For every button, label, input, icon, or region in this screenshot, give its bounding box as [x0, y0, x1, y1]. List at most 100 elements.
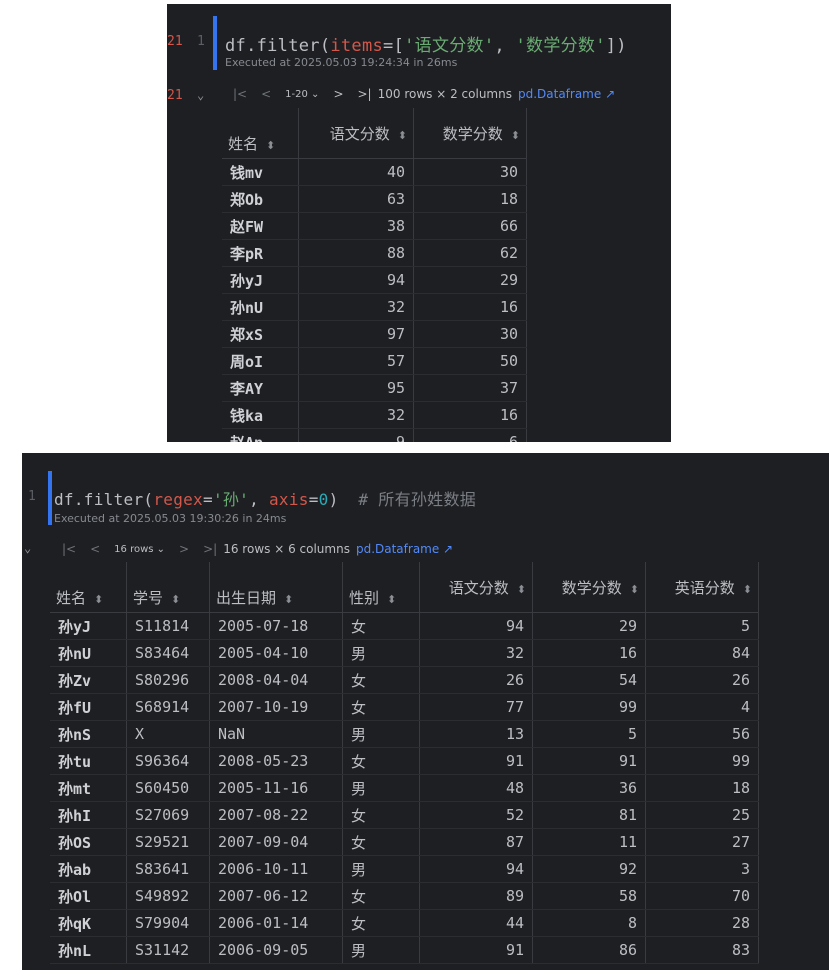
row-index-cell[interactable]: 孙hI	[50, 801, 127, 829]
column-header[interactable]: 英语分数 ⬍	[645, 562, 759, 613]
table-cell[interactable]: 8	[532, 909, 646, 937]
column-header[interactable]: 语文分数 ⬍	[419, 562, 533, 613]
table-cell[interactable]: 81	[532, 801, 646, 829]
prev-page-button[interactable]: <	[261, 87, 271, 101]
table-cell[interactable]: 30	[413, 320, 527, 348]
row-index-cell[interactable]: 钱ka	[222, 401, 299, 429]
column-header[interactable]: 数学分数 ⬍	[413, 108, 527, 159]
table-cell[interactable]: 56	[645, 720, 759, 748]
table-cell[interactable]: 16	[413, 401, 527, 429]
row-index-cell[interactable]: 李pR	[222, 239, 299, 267]
table-cell[interactable]: 16	[413, 293, 527, 321]
table-cell[interactable]: 66	[413, 212, 527, 240]
row-index-cell[interactable]: 孙qK	[50, 909, 127, 937]
table-cell[interactable]: 83	[645, 936, 759, 964]
table-cell[interactable]: 48	[419, 774, 533, 802]
table-cell[interactable]: 94	[419, 855, 533, 883]
last-page-button[interactable]: >|	[203, 542, 217, 556]
row-index-cell[interactable]: 赵FW	[222, 212, 299, 240]
sort-icon[interactable]: ⬍	[743, 583, 752, 596]
table-cell[interactable]: 女	[342, 612, 420, 640]
table-cell[interactable]: 9	[298, 428, 414, 442]
table-cell[interactable]: 2008-05-23	[209, 747, 343, 775]
sort-icon[interactable]: ⬍	[517, 583, 526, 596]
next-page-button[interactable]: >	[333, 87, 343, 101]
row-index-cell[interactable]: 孙mt	[50, 774, 127, 802]
table-cell[interactable]: 18	[413, 185, 527, 213]
table-cell[interactable]: 女	[342, 801, 420, 829]
table-cell[interactable]: 4	[645, 693, 759, 721]
table-cell[interactable]: 6	[413, 428, 527, 442]
table-cell[interactable]: 30	[413, 158, 527, 186]
table-cell[interactable]: 2006-09-05	[209, 936, 343, 964]
sort-icon[interactable]: ⬍	[284, 593, 293, 606]
table-cell[interactable]: 女	[342, 828, 420, 856]
table-cell[interactable]: S27069	[126, 801, 210, 829]
table-cell[interactable]: 91	[532, 747, 646, 775]
table-cell[interactable]: 50	[413, 347, 527, 375]
table-cell[interactable]: 77	[419, 693, 533, 721]
table-cell[interactable]: X	[126, 720, 210, 748]
table-cell[interactable]: 95	[298, 374, 414, 402]
table-cell[interactable]: S80296	[126, 666, 210, 694]
table-cell[interactable]: S29521	[126, 828, 210, 856]
table-cell[interactable]: 32	[298, 401, 414, 429]
table-cell[interactable]: 11	[532, 828, 646, 856]
table-cell[interactable]: S60450	[126, 774, 210, 802]
row-index-cell[interactable]: 孙yJ	[50, 612, 127, 640]
table-cell[interactable]: 2005-11-16	[209, 774, 343, 802]
table-cell[interactable]: 32	[298, 293, 414, 321]
table-cell[interactable]: 38	[298, 212, 414, 240]
table-cell[interactable]: 57	[298, 347, 414, 375]
first-page-button[interactable]: |<	[233, 87, 247, 101]
row-index-cell[interactable]: 孙OS	[50, 828, 127, 856]
row-index-cell[interactable]: 孙ab	[50, 855, 127, 883]
table-cell[interactable]: 54	[532, 666, 646, 694]
sort-icon[interactable]: ⬍	[387, 593, 396, 606]
table-cell[interactable]: 2005-07-18	[209, 612, 343, 640]
prev-page-button[interactable]: <	[90, 542, 100, 556]
table-cell[interactable]: 40	[298, 158, 414, 186]
table-cell[interactable]: S96364	[126, 747, 210, 775]
page-range-dropdown[interactable]: 16 rows ⌄	[114, 544, 165, 555]
table-cell[interactable]: 26	[645, 666, 759, 694]
code-line-1[interactable]: df.filter(regex='孙', axis=0) # 所有孙姓数据	[54, 486, 476, 510]
table-cell[interactable]: 62	[413, 239, 527, 267]
table-cell[interactable]: 女	[342, 909, 420, 937]
table-cell[interactable]: 2007-09-04	[209, 828, 343, 856]
collapse-output-icon[interactable]: ⌄	[197, 88, 204, 102]
table-cell[interactable]: 5	[532, 720, 646, 748]
table-cell[interactable]: 52	[419, 801, 533, 829]
table-cell[interactable]: 2007-10-19	[209, 693, 343, 721]
table-cell[interactable]: 5	[645, 612, 759, 640]
table-cell[interactable]: S11814	[126, 612, 210, 640]
row-index-cell[interactable]: 孙nL	[50, 936, 127, 964]
table-cell[interactable]: 88	[298, 239, 414, 267]
sort-icon[interactable]: ⬍	[630, 583, 639, 596]
table-cell[interactable]: 86	[532, 936, 646, 964]
sort-icon[interactable]: ⬍	[511, 129, 520, 142]
table-cell[interactable]: S68914	[126, 693, 210, 721]
table-cell[interactable]: 99	[645, 747, 759, 775]
row-index-cell[interactable]: 孙Ol	[50, 882, 127, 910]
table-cell[interactable]: 97	[298, 320, 414, 348]
row-index-cell[interactable]: 孙nS	[50, 720, 127, 748]
table-cell[interactable]: 女	[342, 747, 420, 775]
table-cell[interactable]: 32	[419, 639, 533, 667]
table-cell[interactable]: 2005-04-10	[209, 639, 343, 667]
table-cell[interactable]: 94	[419, 612, 533, 640]
table-cell[interactable]: 92	[532, 855, 646, 883]
table-cell[interactable]: 18	[645, 774, 759, 802]
table-cell[interactable]: 29	[413, 266, 527, 294]
column-header[interactable]: 出生日期 ⬍	[209, 562, 343, 613]
table-cell[interactable]: 89	[419, 882, 533, 910]
first-page-button[interactable]: |<	[62, 542, 76, 556]
table-cell[interactable]: 28	[645, 909, 759, 937]
table-cell[interactable]: 84	[645, 639, 759, 667]
row-index-cell[interactable]: 赵Ap	[222, 428, 299, 442]
table-cell[interactable]: 27	[645, 828, 759, 856]
table-cell[interactable]: 91	[419, 936, 533, 964]
table-cell[interactable]: 70	[645, 882, 759, 910]
dataframe-link[interactable]: pd.Dataframe ↗	[356, 542, 453, 556]
table-cell[interactable]: 男	[342, 855, 420, 883]
